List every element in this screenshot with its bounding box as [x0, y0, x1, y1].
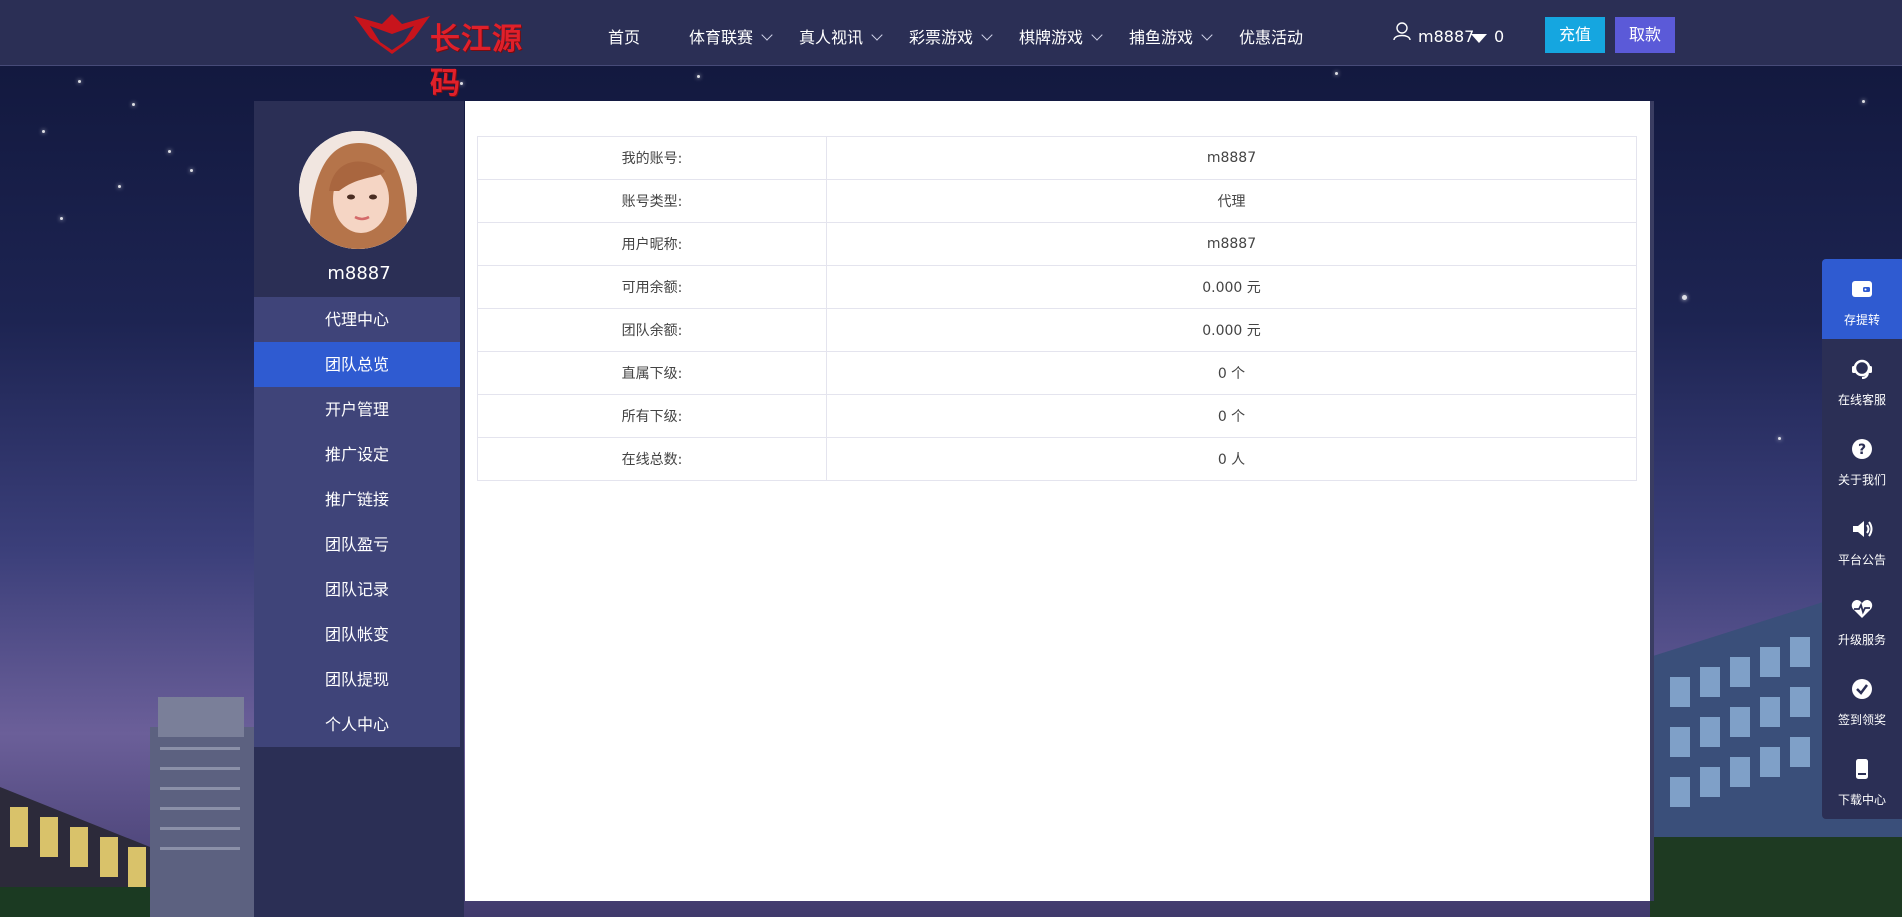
avatar-image	[299, 131, 417, 249]
float-label: 平台公告	[1837, 553, 1886, 567]
sidebar-item-team-profit[interactable]: 团队盈亏	[254, 522, 460, 567]
nav-label: 捕鱼游戏	[1129, 28, 1194, 47]
chevron-down-icon	[761, 29, 773, 41]
row-label: 用户昵称:	[477, 222, 827, 266]
row-label: 所有下级:	[477, 394, 827, 438]
top-navigation-bar: 长江源码 首页 体育联赛 真人视讯 彩票游戏 棋牌游戏 捕鱼游戏 优惠活动 m8…	[0, 0, 1902, 101]
table-row: 可用余额: 0.000 元	[477, 265, 1637, 309]
wallet-icon	[1852, 281, 1872, 297]
nav-live-casino[interactable]: 真人视讯	[799, 24, 883, 48]
float-announcement[interactable]: 平台公告	[1822, 499, 1902, 579]
nav-home[interactable]: 首页	[608, 24, 640, 48]
sidebar-item-agent-center[interactable]: 代理中心	[254, 297, 460, 342]
row-label: 直属下级:	[477, 351, 827, 395]
sidebar-item-account-management[interactable]: 开户管理	[254, 387, 460, 432]
float-label: 下载中心	[1837, 793, 1886, 807]
float-about-us[interactable]: ? 关于我们	[1822, 419, 1902, 499]
table-row: 直属下级: 0 个	[477, 351, 1637, 395]
sidebar-item-team-withdrawals[interactable]: 团队提现	[254, 657, 460, 702]
overview-table: 我的账号: m8887 账号类型: 代理 用户昵称: m8887 可用余额: 0.000…	[477, 136, 1637, 481]
withdraw-button[interactable]: 取款	[1615, 17, 1675, 53]
nav-lottery[interactable]: 彩票游戏	[909, 24, 993, 48]
site-logo[interactable]: 长江源码	[352, 10, 532, 101]
speaker-icon	[1853, 521, 1873, 537]
float-download-center[interactable]: 下载中心	[1822, 739, 1902, 819]
row-value: m8887	[826, 136, 1637, 180]
nav-promotions[interactable]: 优惠活动	[1239, 24, 1303, 48]
nav-label: 棋牌游戏	[1019, 28, 1084, 47]
caret-down-icon[interactable]	[1471, 34, 1487, 43]
float-label: 升级服务	[1837, 633, 1886, 647]
sidebar-item-promotion-settings[interactable]: 推广设定	[254, 432, 460, 477]
float-checkin-reward[interactable]: 签到领奖	[1822, 659, 1902, 739]
nav-fishing[interactable]: 捕鱼游戏	[1129, 24, 1213, 48]
table-row: 团队余额: 0.000 元	[477, 308, 1637, 352]
username-label: m8887	[1418, 27, 1475, 46]
sidebar-item-promotion-links[interactable]: 推广链接	[254, 477, 460, 522]
agent-menu: 代理中心 团队总览 开户管理 推广设定 推广链接 团队盈亏 团队记录 团队帐变 …	[254, 297, 460, 747]
sidebar-username: m8887	[327, 263, 391, 284]
sidebar-item-team-overview[interactable]: 团队总览	[254, 342, 460, 387]
question-icon: ?	[1852, 439, 1872, 459]
agent-sidebar: m8887 代理中心 团队总览 开户管理 推广设定 推广链接 团队盈亏 团队记录…	[254, 101, 464, 917]
row-value: 0 人	[826, 437, 1637, 481]
table-row: 所有下级: 0 个	[477, 394, 1637, 438]
table-row: 我的账号: m8887	[477, 136, 1637, 180]
table-row: 账号类型: 代理	[477, 179, 1637, 223]
headset-icon	[1852, 359, 1872, 379]
float-label: 在线客服	[1837, 393, 1886, 407]
float-online-service[interactable]: 在线客服	[1822, 339, 1902, 419]
svg-text:?: ?	[1858, 442, 1866, 458]
chevron-down-icon	[1201, 29, 1213, 41]
sidebar-item-team-transactions[interactable]: 团队帐变	[254, 612, 460, 657]
float-label: 关于我们	[1837, 473, 1886, 487]
team-overview-panel: 我的账号: m8887 账号类型: 代理 用户昵称: m8887 可用余额: 0.000…	[465, 101, 1654, 901]
nav-cards[interactable]: 棋牌游戏	[1019, 24, 1103, 48]
balance-label: 0	[1494, 27, 1505, 46]
chevron-down-icon	[871, 29, 883, 41]
table-row: 用户昵称: m8887	[477, 222, 1637, 266]
float-label: 签到领奖	[1837, 713, 1886, 727]
row-value: 0.000 元	[826, 308, 1637, 352]
row-value: 0 个	[826, 394, 1637, 438]
row-value: 0.000 元	[826, 265, 1637, 309]
mobile-icon	[1856, 759, 1868, 779]
nav-sports[interactable]: 体育联赛	[689, 24, 773, 48]
row-label: 我的账号:	[477, 136, 827, 180]
float-label: 存提转	[1843, 313, 1880, 327]
float-deposit-transfer[interactable]: 存提转	[1822, 259, 1902, 339]
table-row: 在线总数: 0 人	[477, 437, 1637, 481]
nav-label: 优惠活动	[1239, 28, 1304, 47]
logo-text: 长江源码	[430, 22, 523, 101]
check-circle-icon	[1852, 679, 1872, 699]
row-label: 在线总数:	[477, 437, 827, 481]
row-value: 代理	[826, 179, 1637, 223]
row-label: 可用余额:	[477, 265, 827, 309]
chevron-down-icon	[981, 29, 993, 41]
nav-label: 首页	[608, 28, 641, 47]
heart-pulse-icon	[1851, 600, 1873, 618]
row-label: 团队余额:	[477, 308, 827, 352]
avatar	[299, 131, 417, 249]
nav-label: 真人视讯	[799, 28, 864, 47]
floating-toolbar: 存提转 在线客服 ? 关于我们 平台公告 升级服务 签到领奖 下载中心	[1822, 259, 1902, 819]
chevron-down-icon	[1091, 29, 1103, 41]
nav-label: 体育联赛	[689, 28, 754, 47]
sidebar-item-personal-center[interactable]: 个人中心	[254, 702, 460, 747]
float-upgrade-service[interactable]: 升级服务	[1822, 579, 1902, 659]
row-value: 0 个	[826, 351, 1637, 395]
sidebar-item-team-records[interactable]: 团队记录	[254, 567, 460, 612]
logo-emblem-icon	[354, 14, 430, 54]
row-value: m8887	[826, 222, 1637, 266]
nav-label: 彩票游戏	[909, 28, 974, 47]
user-icon	[1393, 22, 1411, 41]
deposit-button[interactable]: 充值	[1545, 17, 1605, 53]
city-buildings-left	[0, 697, 254, 917]
row-label: 账号类型:	[477, 179, 827, 223]
